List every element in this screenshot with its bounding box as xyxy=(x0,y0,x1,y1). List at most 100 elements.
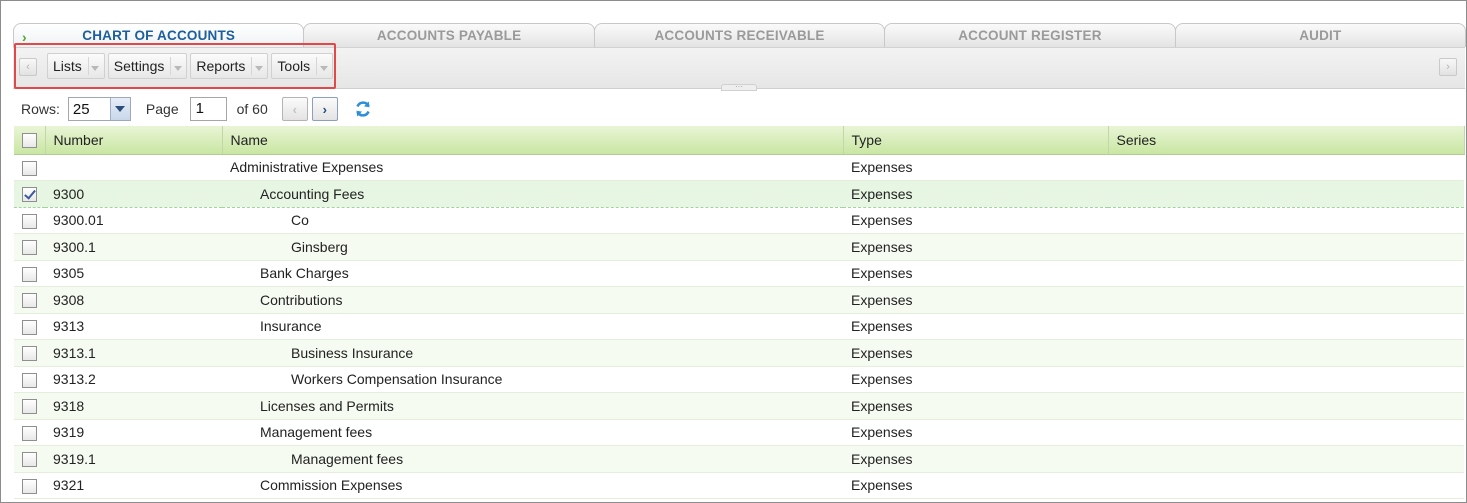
row-checkbox[interactable] xyxy=(14,154,45,181)
rows-per-page-select[interactable]: 25 xyxy=(67,97,131,121)
rows-label: Rows: xyxy=(21,101,60,117)
accounts-grid: Number Name Type Series Administrative E… xyxy=(14,126,1465,499)
cell-series xyxy=(1108,445,1464,473)
cell-series xyxy=(1108,419,1464,446)
chevron-down-icon[interactable] xyxy=(109,98,130,120)
scroll-right-icon[interactable]: › xyxy=(1439,58,1457,76)
menu-bar: Lists Settings Reports Tools xyxy=(47,53,334,79)
module-tabs: › CHART OF ACCOUNTS ACCOUNTS PAYABLE ACC… xyxy=(13,23,1466,47)
cell-type: Expenses xyxy=(843,313,1108,340)
column-header-type[interactable]: Type xyxy=(843,126,1109,155)
toolbar-collapse-handle[interactable]: ··· xyxy=(721,83,757,91)
tab-account-register[interactable]: ACCOUNT REGISTER xyxy=(884,23,1176,47)
cell-series xyxy=(1108,154,1464,181)
select-all-checkbox[interactable] xyxy=(14,126,46,155)
column-header-number[interactable]: Number xyxy=(45,126,223,155)
expand-arrow-icon[interactable]: › xyxy=(22,29,27,45)
table-row[interactable]: 9319 Management fees Expenses xyxy=(14,419,1464,446)
row-checkbox[interactable] xyxy=(14,339,45,367)
row-checkbox[interactable] xyxy=(14,445,45,473)
page-label: Page xyxy=(145,101,179,117)
account-name: Commission Expenses xyxy=(260,477,403,494)
checkbox-icon[interactable] xyxy=(22,372,37,388)
tab-chart-of-accounts[interactable]: › CHART OF ACCOUNTS xyxy=(13,23,305,47)
row-checkbox[interactable] xyxy=(14,207,45,234)
chevron-down-icon[interactable] xyxy=(87,57,102,75)
table-row[interactable]: 9319.1 Management fees Expenses xyxy=(14,445,1464,473)
cell-name: Licenses and Permits xyxy=(222,392,843,420)
menu-lists[interactable]: Lists xyxy=(47,53,105,79)
table-row[interactable]: 9313 Insurance Expenses xyxy=(14,313,1464,340)
cell-number: 9319.1 xyxy=(45,445,222,473)
column-header-series[interactable]: Series xyxy=(1108,126,1465,155)
chevron-down-icon[interactable] xyxy=(251,57,265,75)
menu-settings[interactable]: Settings xyxy=(107,53,188,79)
cell-number: 9319 xyxy=(45,419,222,446)
account-name: Bank Charges xyxy=(260,265,349,282)
tab-accounts-payable[interactable]: ACCOUNTS PAYABLE xyxy=(303,23,595,47)
chevron-down-icon[interactable] xyxy=(316,57,330,75)
row-checkbox[interactable] xyxy=(14,260,45,287)
prev-page-icon[interactable]: ‹ xyxy=(281,97,308,121)
checkbox-icon[interactable] xyxy=(21,133,37,149)
table-row[interactable]: 9313.1 Business Insurance Expenses xyxy=(14,339,1464,367)
cell-name: Business Insurance xyxy=(222,339,843,367)
table-row[interactable]: 9308 Contributions Expenses xyxy=(14,286,1464,314)
refresh-icon[interactable] xyxy=(353,99,373,119)
row-checkbox[interactable] xyxy=(14,313,45,340)
column-header-name[interactable]: Name xyxy=(222,126,844,155)
cell-name: Bank Charges xyxy=(222,260,843,287)
account-name: Management fees xyxy=(291,450,404,467)
tab-accounts-receivable[interactable]: ACCOUNTS RECEIVABLE xyxy=(593,23,886,47)
checkbox-icon[interactable] xyxy=(22,478,37,494)
row-checkbox[interactable] xyxy=(14,472,45,499)
row-checkbox[interactable] xyxy=(14,419,45,446)
page-number-input[interactable]: 1 xyxy=(189,97,227,121)
checkbox-icon[interactable] xyxy=(22,240,37,256)
cell-name: Management fees xyxy=(222,419,843,446)
cell-name: Insurance xyxy=(222,313,843,340)
row-checkbox[interactable] xyxy=(14,180,45,208)
cell-number xyxy=(45,154,222,181)
checkbox-icon[interactable] xyxy=(22,213,37,229)
cell-series xyxy=(1108,207,1464,234)
menu-tools[interactable]: Tools xyxy=(271,53,334,79)
menu-reports[interactable]: Reports xyxy=(190,53,269,79)
checkbox-icon[interactable] xyxy=(22,346,37,362)
checkbox-icon[interactable] xyxy=(22,266,37,282)
cell-series xyxy=(1108,286,1464,314)
checkbox-icon[interactable] xyxy=(22,452,37,468)
table-row[interactable]: 9321 Commission Expenses Expenses xyxy=(14,472,1464,499)
grid-body: Administrative Expenses Expenses 9300 Accou… xyxy=(14,154,1464,499)
row-checkbox[interactable] xyxy=(14,392,45,420)
cell-name: Co xyxy=(222,207,843,234)
pager: Rows: 25 Page 1 of 60 ‹ › xyxy=(21,96,373,122)
chevron-down-icon[interactable] xyxy=(170,57,184,75)
cell-name: Administrative Expenses xyxy=(222,154,843,181)
table-row[interactable]: 9300.1 Ginsberg Expenses xyxy=(14,233,1464,261)
checkbox-icon[interactable] xyxy=(22,399,37,415)
scroll-left-icon[interactable]: ‹ xyxy=(19,58,37,76)
checkbox-icon[interactable] xyxy=(22,187,37,203)
table-row[interactable]: 9300 Accounting Fees Expenses xyxy=(14,180,1464,208)
table-row[interactable]: 9300.01 Co Expenses xyxy=(14,207,1464,234)
checkbox-icon[interactable] xyxy=(22,425,37,441)
row-checkbox[interactable] xyxy=(14,233,45,261)
table-row[interactable]: 9305 Bank Charges Expenses xyxy=(14,260,1464,287)
cell-type: Expenses xyxy=(843,286,1108,314)
row-checkbox[interactable] xyxy=(14,366,45,393)
checkbox-icon[interactable] xyxy=(22,293,37,309)
row-checkbox[interactable] xyxy=(14,286,45,314)
checkbox-icon[interactable] xyxy=(22,319,37,335)
app-frame: › CHART OF ACCOUNTS ACCOUNTS PAYABLE ACC… xyxy=(0,0,1467,503)
table-row[interactable]: 9313.2 Workers Compensation Insurance Expe… xyxy=(14,366,1464,393)
checkbox-icon[interactable] xyxy=(22,160,37,176)
next-page-icon[interactable]: › xyxy=(311,97,338,121)
cell-type: Expenses xyxy=(843,419,1108,446)
account-name: Administrative Expenses xyxy=(230,159,384,176)
cell-number: 9313.2 xyxy=(45,366,222,393)
tab-audit[interactable]: AUDIT xyxy=(1174,23,1466,47)
cell-number: 9305 xyxy=(45,260,222,287)
table-row[interactable]: 9318 Licenses and Permits Expenses xyxy=(14,392,1464,420)
table-row[interactable]: Administrative Expenses Expenses xyxy=(14,154,1464,181)
